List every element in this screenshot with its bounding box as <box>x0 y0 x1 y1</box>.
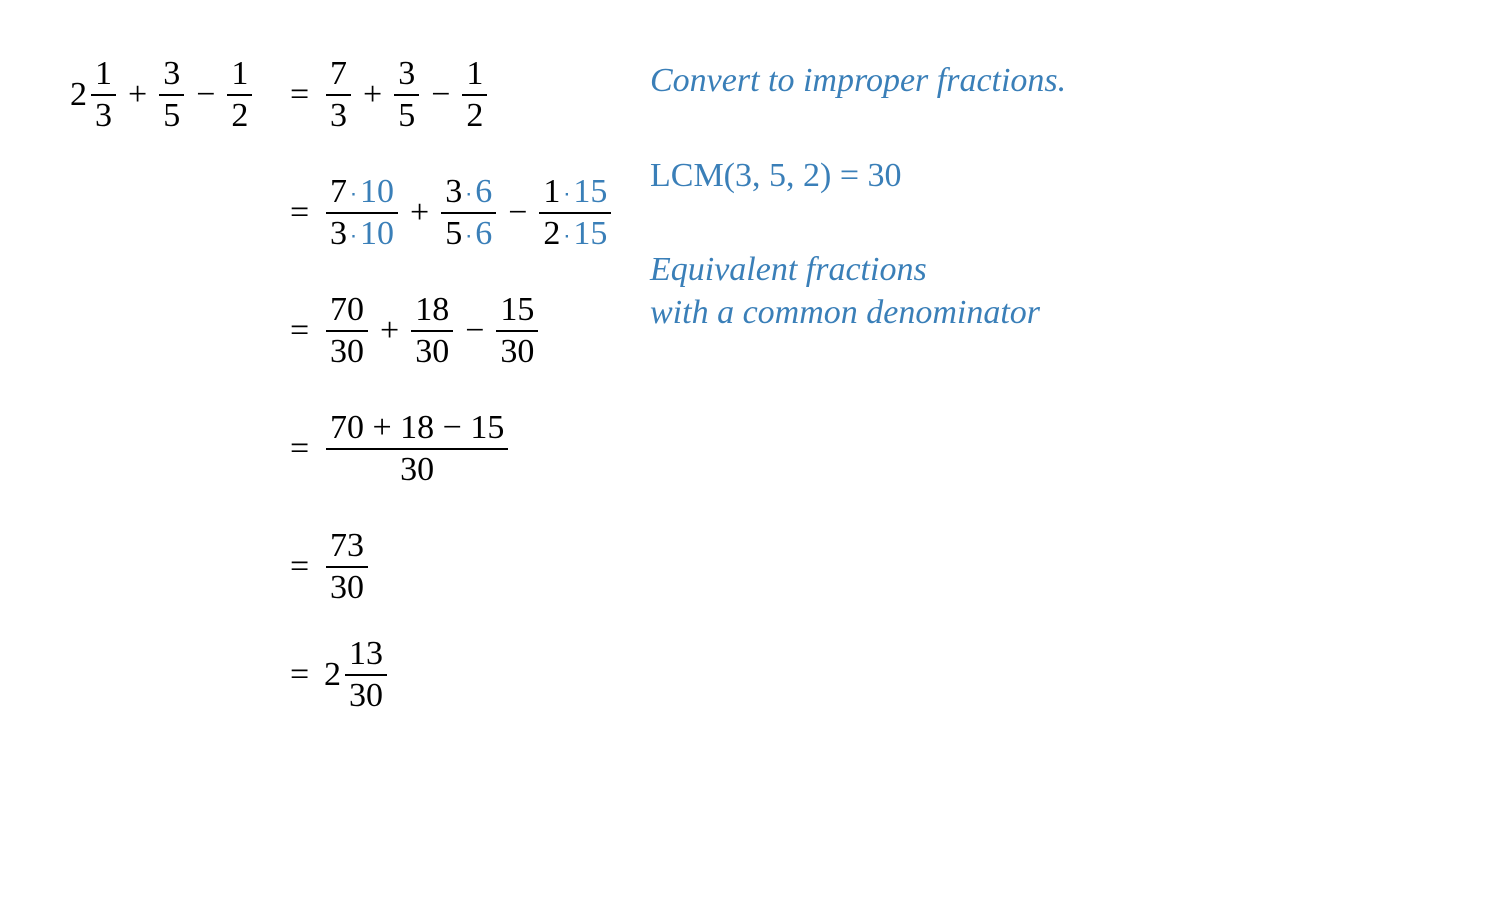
dot-icon: ⋅ <box>462 224 475 249</box>
s4-frac: 70 + 18 − 1530 <box>324 410 510 487</box>
s6-whole: 2 <box>324 656 343 694</box>
step-5: = 7330 <box>70 522 613 612</box>
s2-frac-1: 7⋅10 3⋅10 <box>324 174 400 251</box>
math-derivation: 2 13 + 35 − 12 = 73 + 35 <box>70 50 613 738</box>
s5-frac: 7330 <box>324 528 370 605</box>
step-3: = 7030 + 1830 − 1530 <box>70 286 613 376</box>
equals-sign: = <box>290 76 324 114</box>
dot-icon: ⋅ <box>560 224 573 249</box>
dot-icon: ⋅ <box>347 182 360 207</box>
s1-frac-2: 35 <box>392 56 421 133</box>
annotations: Convert to improper fractions. LCM(3, 5,… <box>650 60 1066 386</box>
s2-frac-2: 3⋅6 5⋅6 <box>439 174 498 251</box>
op-plus: + <box>118 76 157 114</box>
s6-frac: 1330 <box>343 636 389 713</box>
lhs-mixed-whole: 2 <box>70 76 89 114</box>
dot-icon: ⋅ <box>462 182 475 207</box>
s3-frac-3: 1530 <box>494 292 540 369</box>
op-minus: − <box>186 76 225 114</box>
step-6: = 2 1330 <box>70 630 613 720</box>
s1-frac-3: 12 <box>460 56 489 133</box>
dot-icon: ⋅ <box>560 182 573 207</box>
s1-frac-1: 73 <box>324 56 353 133</box>
s3-frac-2: 1830 <box>409 292 455 369</box>
s2-frac-3: 1⋅15 2⋅15 <box>537 174 613 251</box>
s3-frac-1: 7030 <box>324 292 370 369</box>
lhs-frac-3: 12 <box>225 56 254 133</box>
step-1: 2 13 + 35 − 12 = 73 + 35 <box>70 50 613 140</box>
dot-icon: ⋅ <box>347 224 360 249</box>
annotation-equivalent: Equivalent fractions with a common denom… <box>650 249 1066 334</box>
annotation-lcm: LCM(3, 5, 2) = 30 <box>650 155 1066 198</box>
annotation-convert: Convert to improper fractions. <box>650 60 1066 103</box>
lhs-frac-1: 13 <box>89 56 118 133</box>
step-2: = 7⋅10 3⋅10 + 3⋅6 5⋅6 − 1⋅15 2⋅15 <box>70 168 613 258</box>
lhs-frac-2: 35 <box>157 56 186 133</box>
step-4: = 70 + 18 − 1530 <box>70 404 613 494</box>
